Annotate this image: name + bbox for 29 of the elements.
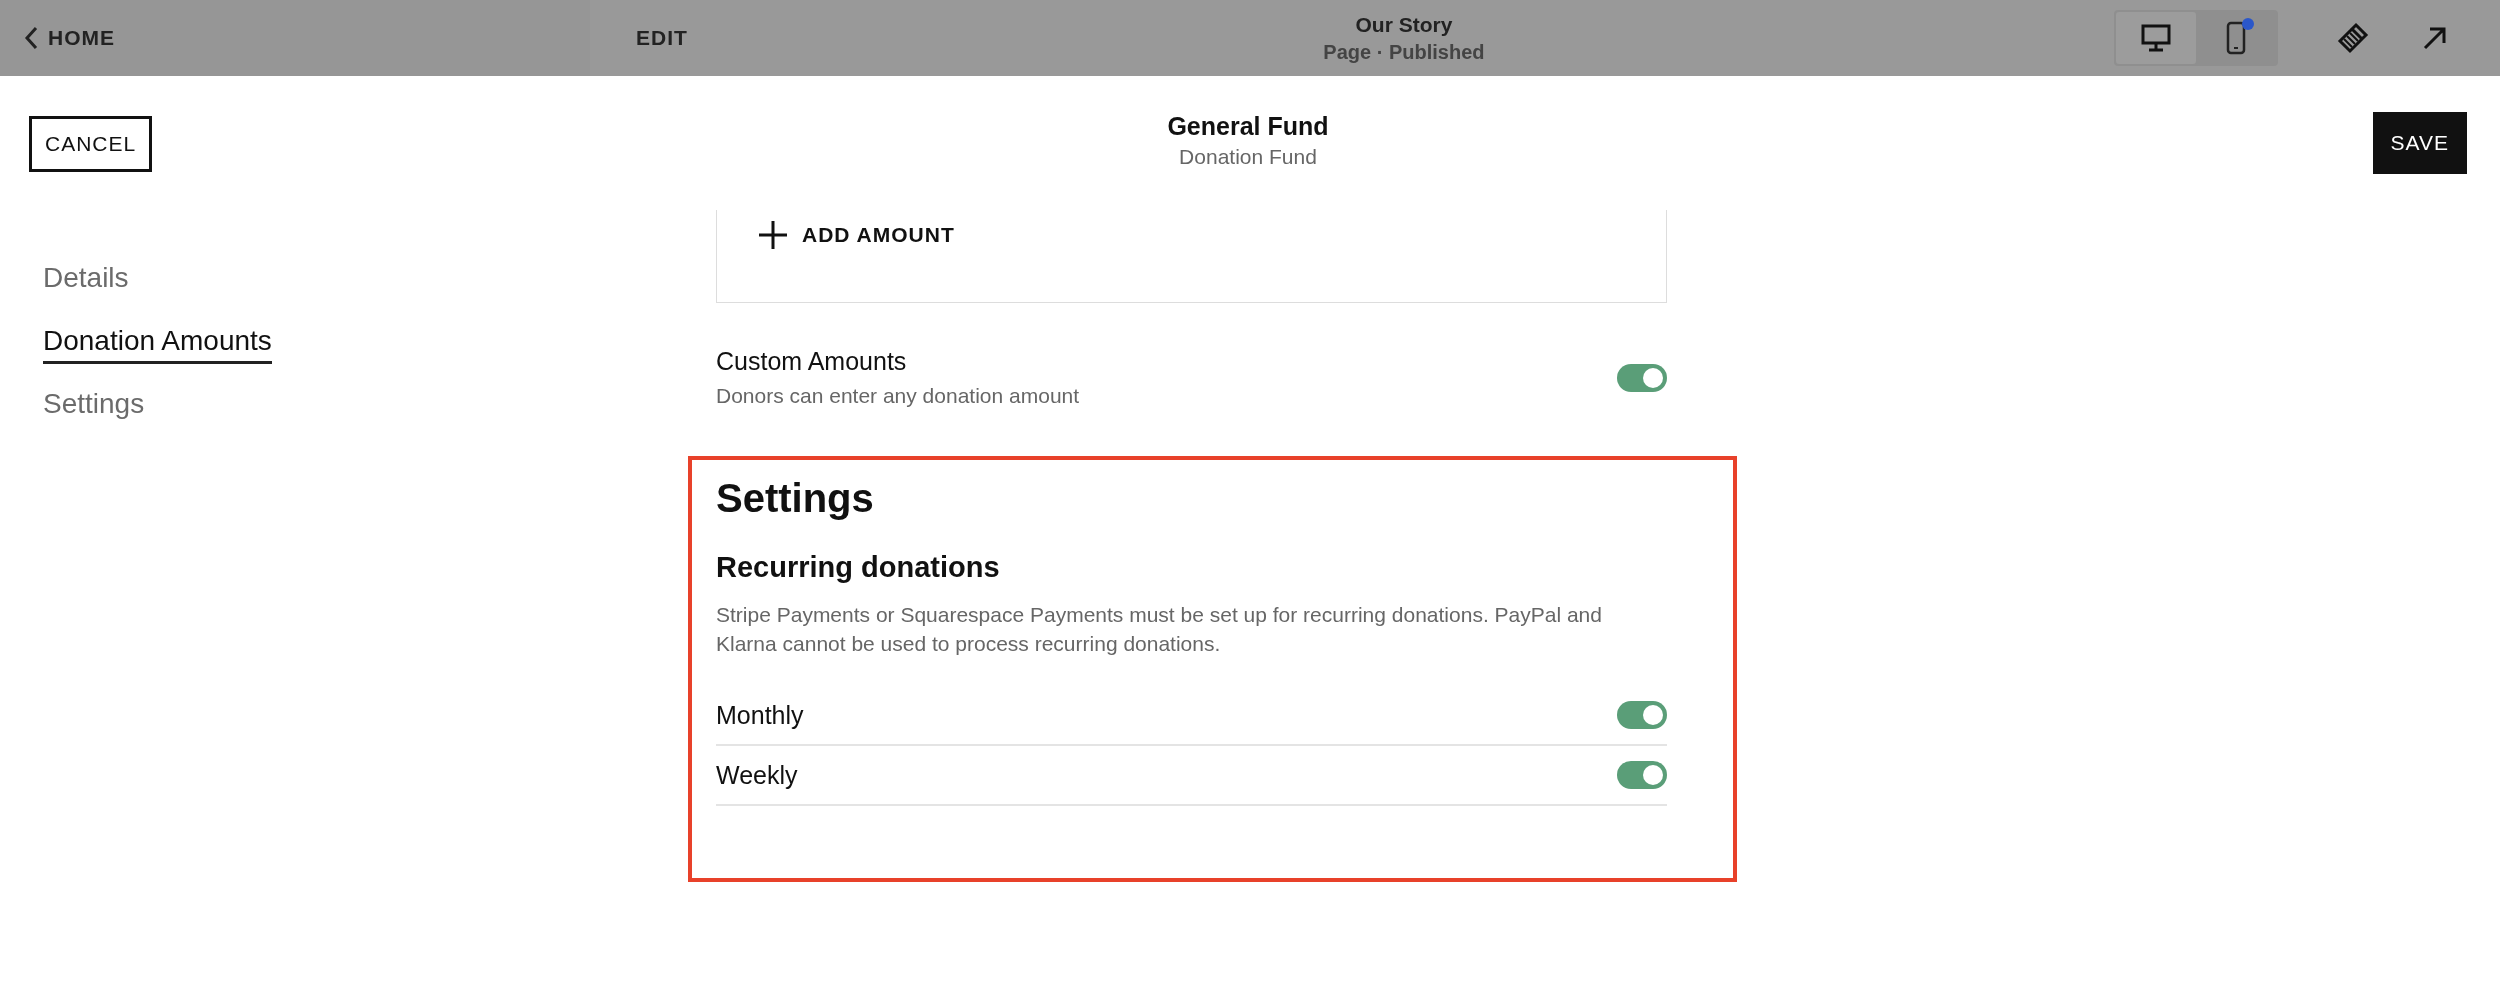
desktop-icon: [2141, 24, 2171, 52]
toggle-switch[interactable]: [1617, 363, 1667, 392]
setting-description: Stripe Payments or Squarespace Payments must be set up for recurring donations. PayPal and Klarna cannot be used to process recurring donations.: [716, 602, 1603, 657]
dialog-subtitle: Donation Fund: [1179, 145, 1317, 169]
notification-dot: [2242, 18, 2254, 30]
subsection-heading: Recurring donations: [716, 551, 1001, 584]
setting-description: Donors can enter any donation amount: [716, 384, 1080, 408]
nav-link[interactable]: Settings: [43, 388, 145, 427]
nav-link[interactable]: Details: [43, 262, 129, 301]
dialog-title: General Fund: [1167, 112, 1329, 141]
chevron-left-icon: [24, 26, 38, 50]
nav-link[interactable]: Donation Amounts: [43, 325, 272, 364]
option-label: Weekly: [716, 760, 798, 790]
cancel-button[interactable]: CANCEL: [29, 116, 153, 172]
setting-label: Custom Amounts: [716, 347, 908, 376]
home-link[interactable]: HOME: [20, 22, 119, 54]
option-label: Monthly: [716, 700, 804, 730]
add-amount-button[interactable]: ADD AMOUNT: [758, 220, 955, 250]
device-button[interactable]: [2116, 12, 2196, 64]
save-button[interactable]: SAVE: [2372, 112, 2467, 174]
section-heading: Settings: [716, 476, 875, 521]
edit-link[interactable]: EDIT: [630, 25, 694, 51]
toggle-switch[interactable]: [1617, 701, 1667, 729]
page-title: Our Story: [1355, 12, 1453, 37]
plus-icon: [758, 220, 788, 250]
mobile-phone-icon: [2226, 21, 2246, 55]
page-status: Page · Published: [1323, 40, 1485, 64]
toggle-switch[interactable]: [1617, 761, 1667, 789]
diagonal-arrow-icon: [2422, 25, 2448, 51]
